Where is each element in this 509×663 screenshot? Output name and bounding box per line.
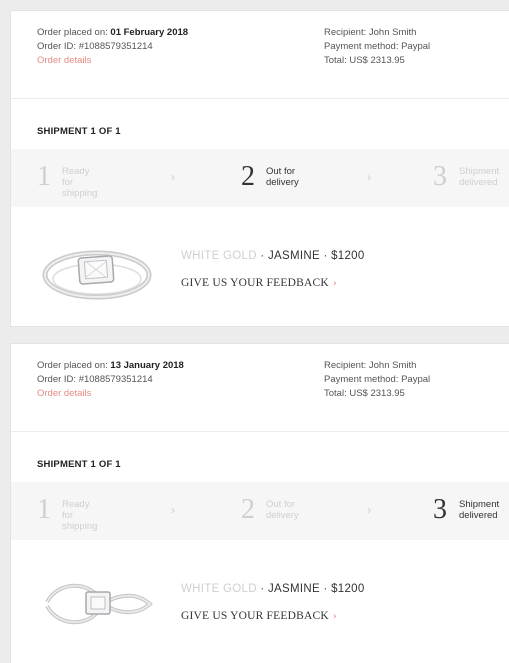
chevron-right-icon: ›	[367, 503, 371, 517]
product-metal: WHITE GOLD	[181, 583, 257, 595]
separator: ·	[260, 250, 265, 262]
product-info: WHITE GOLD · JASMINE · $1200	[181, 583, 365, 595]
chevron-right-icon: ›	[332, 610, 337, 622]
step-label: Out for delivery	[266, 499, 299, 521]
order-total: Total: US$ 2313.95	[324, 388, 405, 399]
order-date: 13 January 2018	[110, 360, 184, 371]
shipment-tracker: 1 Ready for shipping › 2 Out for delivery …	[11, 149, 509, 207]
order-meta: Order placed on: 01 February 2018 Order …	[37, 26, 188, 68]
step-number: 3	[433, 161, 447, 192]
recipient: Recipient: John Smith	[324, 360, 417, 371]
product-name: JASMINE	[267, 250, 320, 262]
chevron-right-icon: ›	[171, 170, 175, 184]
chevron-right-icon: ›	[367, 170, 371, 184]
ring-image	[45, 583, 153, 625]
divider	[11, 431, 509, 432]
product-info: WHITE GOLD · JASMINE · $1200	[181, 250, 365, 262]
step-label: Shipment delivered	[459, 499, 500, 521]
feedback-label: GIVE US YOUR FEEDBACK	[181, 610, 329, 622]
feedback-link[interactable]: GIVE US YOUR FEEDBACK ›	[181, 277, 337, 289]
order-id: Order ID: #1088579351214	[37, 41, 153, 52]
payment-method: Payment method: Paypal	[324, 41, 431, 52]
feedback-label: GIVE US YOUR FEEDBACK	[181, 277, 329, 289]
step-label: Out for delivery	[266, 166, 299, 188]
product-metal: WHITE GOLD	[181, 250, 257, 262]
order-card: Order placed on: 13 January 2018 Order I…	[10, 343, 509, 663]
shipment-title: SHIPMENT 1 OF 1	[37, 126, 121, 137]
divider	[11, 98, 509, 99]
ring-image	[42, 250, 152, 300]
step-label: Shipment delivered	[459, 166, 500, 188]
shipment-tracker: 1 Ready for shipping › 2 Out for delivery …	[11, 482, 509, 540]
order-summary: Recipient: John Smith Payment method: Pa…	[324, 26, 430, 68]
step-number: 3	[433, 494, 447, 525]
payment-method: Payment method: Paypal	[324, 374, 431, 385]
order-meta: Order placed on: 13 January 2018 Order I…	[37, 359, 184, 401]
step-number: 2	[241, 161, 255, 192]
order-details-link[interactable]: Order details	[37, 54, 188, 68]
shipment-title: SHIPMENT 1 OF 1	[37, 459, 121, 470]
chevron-right-icon: ›	[171, 503, 175, 517]
recipient: Recipient: John Smith	[324, 27, 417, 38]
order-total: Total: US$ 2313.95	[324, 55, 405, 66]
step-number: 1	[37, 161, 51, 192]
step-label: Ready for shipping	[62, 499, 98, 532]
product-name: JASMINE	[267, 583, 320, 595]
step-number: 2	[241, 494, 255, 525]
step-number: 1	[37, 494, 51, 525]
feedback-link[interactable]: GIVE US YOUR FEEDBACK ›	[181, 610, 337, 622]
step-label: Ready for shipping	[62, 166, 98, 199]
order-placed-label: Order placed on:	[37, 27, 108, 38]
separator: ·	[323, 583, 328, 595]
order-card: Order placed on: 01 February 2018 Order …	[10, 10, 509, 327]
product-price: $1200	[331, 250, 365, 262]
separator: ·	[260, 583, 265, 595]
chevron-right-icon: ›	[332, 277, 337, 289]
order-date: 01 February 2018	[110, 27, 189, 38]
order-summary: Recipient: John Smith Payment method: Pa…	[324, 359, 430, 401]
product-price: $1200	[331, 583, 365, 595]
order-id: Order ID: #1088579351214	[37, 374, 153, 385]
order-details-link[interactable]: Order details	[37, 387, 184, 401]
order-placed-label: Order placed on:	[37, 360, 108, 371]
separator: ·	[323, 250, 328, 262]
